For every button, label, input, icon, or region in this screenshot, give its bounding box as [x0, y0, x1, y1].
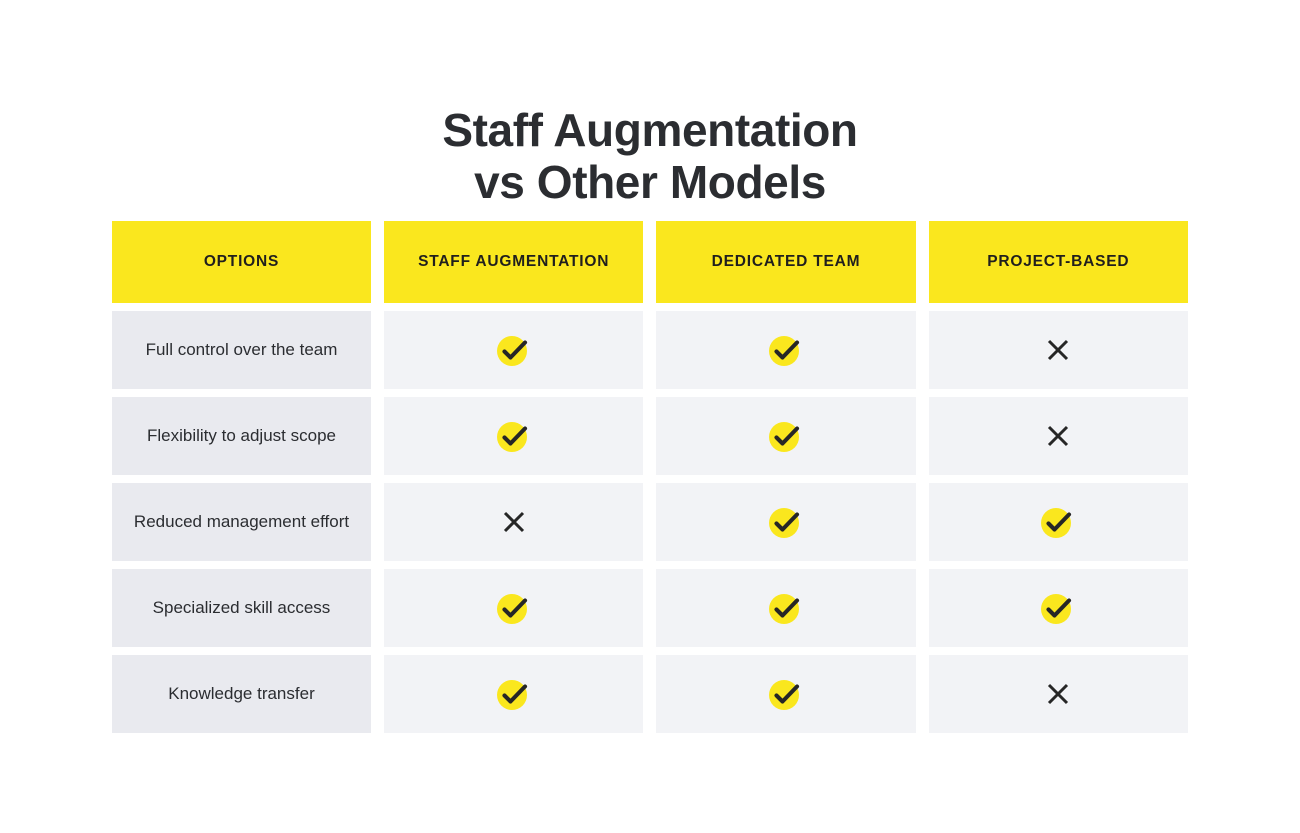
cross-icon [1048, 425, 1069, 447]
cell-project_based [928, 397, 1188, 475]
check-circle-icon [768, 508, 800, 538]
check-circle-icon [768, 336, 800, 366]
row-label: Flexibility to adjust scope [112, 397, 371, 475]
check-circle-icon [496, 594, 527, 624]
check-circle-icon [496, 422, 527, 452]
table-header-row: OPTIONS STAFF AUGMENTATION DEDICATED TEA… [112, 221, 1188, 303]
check-circle-icon [768, 680, 800, 710]
cell-dedicated_team [656, 397, 916, 475]
check-circle-icon [768, 422, 800, 452]
row-label: Specialized skill access [112, 569, 371, 647]
cross-icon [503, 511, 524, 533]
check-circle-icon [1041, 508, 1072, 538]
column-header-options: OPTIONS [112, 221, 371, 303]
cell-dedicated_team [656, 569, 916, 647]
column-header-project-based: PROJECT-BASED [928, 221, 1188, 303]
table-body: Full control over the team Flexibility to… [112, 311, 1188, 733]
check-circle-icon [496, 336, 527, 366]
cross-icon [1048, 339, 1069, 361]
check-circle-icon [768, 594, 800, 624]
cell-staff_augmentation [384, 569, 644, 647]
cell-project_based [928, 311, 1188, 389]
comparison-table-page: Staff Augmentation vs Other Models OPTIO… [0, 0, 1300, 833]
page-title-line-1: Staff Augmentation [442, 103, 858, 156]
check-circle-icon [496, 680, 527, 710]
cell-staff_augmentation [384, 311, 644, 389]
cell-staff_augmentation [384, 483, 644, 561]
check-circle-icon [1041, 594, 1072, 624]
table-row: Knowledge transfer [112, 655, 1188, 733]
row-label: Knowledge transfer [112, 655, 371, 733]
table-row: Reduced management effort [112, 483, 1188, 561]
page-title-line-2: vs Other Models [474, 155, 826, 208]
cell-staff_augmentation [384, 397, 644, 475]
column-header-dedicated-team: DEDICATED TEAM [656, 221, 916, 303]
cell-project_based [928, 569, 1188, 647]
column-header-staff-augmentation: STAFF AUGMENTATION [384, 221, 644, 303]
comparison-table: OPTIONS STAFF AUGMENTATION DEDICATED TEA… [112, 221, 1188, 733]
table-row: Specialized skill access [112, 569, 1188, 647]
table-row: Flexibility to adjust scope [112, 397, 1188, 475]
cell-staff_augmentation [384, 655, 644, 733]
cell-dedicated_team [656, 311, 916, 389]
table-row: Full control over the team [112, 311, 1188, 389]
row-label: Full control over the team [112, 311, 371, 389]
cell-dedicated_team [656, 655, 916, 733]
cell-project_based [928, 655, 1188, 733]
cross-icon [1048, 683, 1069, 705]
cell-project_based [928, 483, 1188, 561]
row-label: Reduced management effort [112, 483, 371, 561]
page-title: Staff Augmentation vs Other Models [0, 103, 1300, 209]
cell-dedicated_team [656, 483, 916, 561]
